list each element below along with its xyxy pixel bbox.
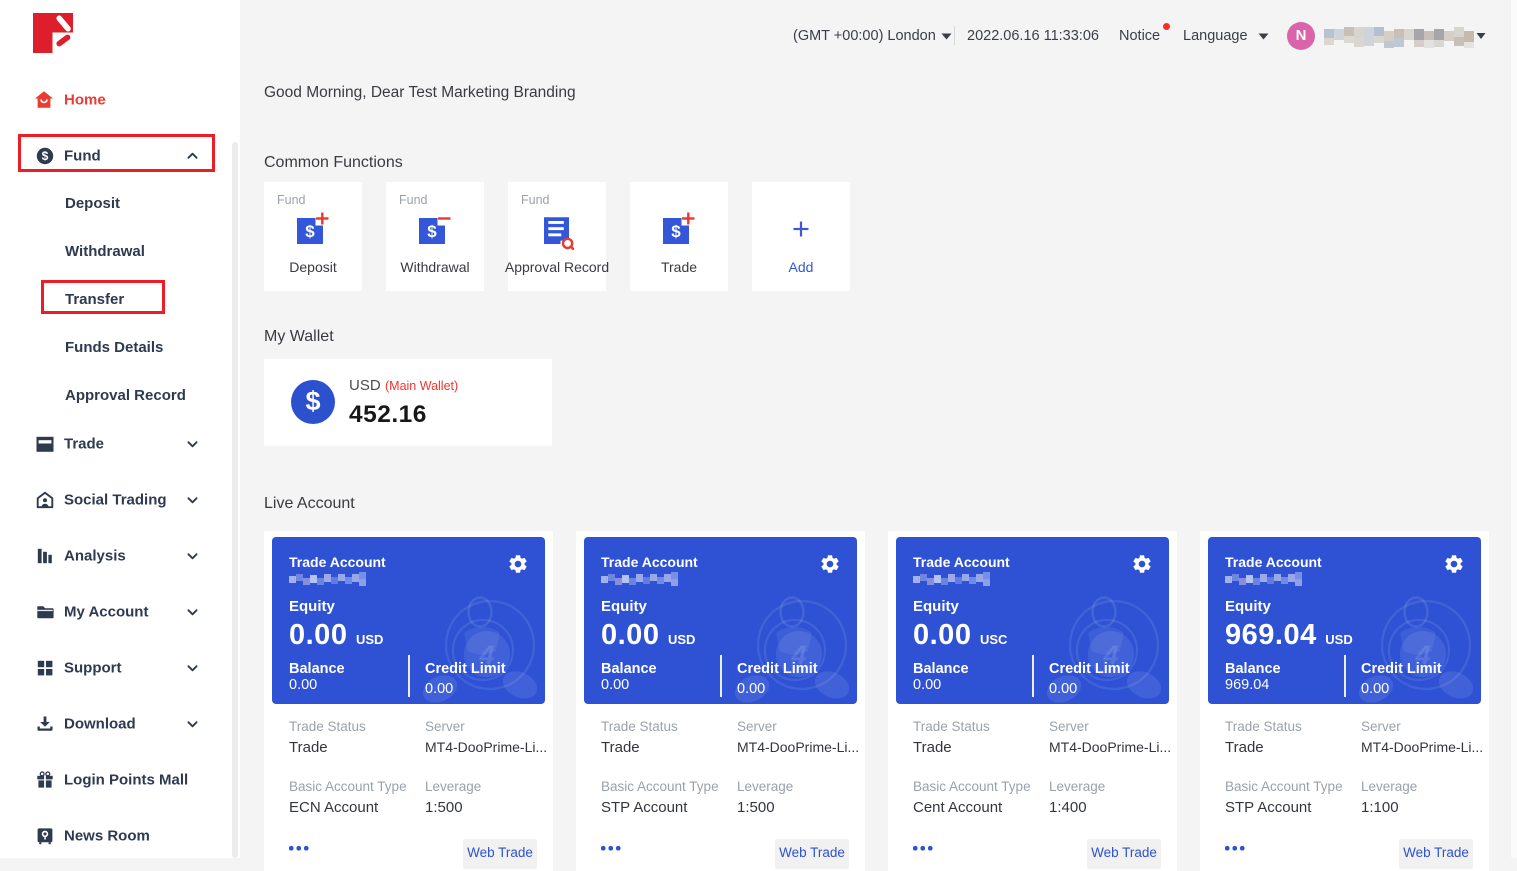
svg-text:$: $ — [427, 222, 437, 241]
svg-text:$: $ — [671, 222, 681, 241]
svg-text:$: $ — [305, 222, 315, 241]
